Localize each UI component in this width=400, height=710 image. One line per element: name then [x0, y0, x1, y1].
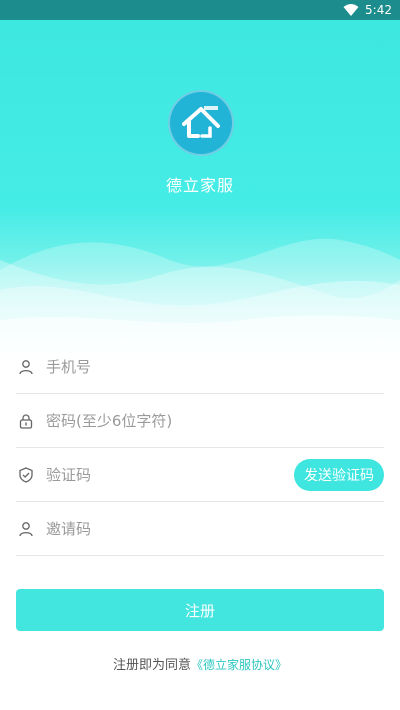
- header-banner: 德立家服: [0, 20, 400, 360]
- send-code-button[interactable]: 发送验证码: [294, 459, 384, 491]
- app-name: 德立家服: [165, 176, 234, 195]
- status-bar: 5:42: [0, 0, 400, 20]
- verification-code-field[interactable]: 验证码 发送验证码: [16, 448, 384, 502]
- register-form: 手机号 密码(至少6位字符) 验证码 发送验证码 邀请码: [16, 340, 384, 556]
- wifi-icon: [343, 4, 359, 16]
- register-screen: 5:42 德立家服 手机号 密码(至少6位字符) 验证码 发送验证码 邀请码 注…: [0, 0, 400, 710]
- user-icon: [19, 359, 33, 374]
- invite-placeholder: 邀请码: [46, 520, 92, 538]
- register-button[interactable]: 注册: [16, 589, 384, 631]
- password-placeholder: 密码(至少6位字符): [46, 412, 173, 430]
- status-time: 5:42: [365, 3, 392, 17]
- phone-placeholder: 手机号: [46, 358, 92, 376]
- invite-code-field[interactable]: 邀请码: [16, 502, 384, 556]
- shield-check-icon: [19, 466, 33, 483]
- lock-icon: [19, 413, 33, 429]
- house-logo-icon: [182, 106, 220, 138]
- phone-field[interactable]: 手机号: [16, 340, 384, 394]
- user-icon: [19, 521, 33, 536]
- agreement-text: 注册即为同意《德立家服协议》: [0, 654, 400, 673]
- code-placeholder: 验证码: [46, 466, 92, 484]
- password-field[interactable]: 密码(至少6位字符): [16, 394, 384, 448]
- app-logo: [168, 90, 234, 156]
- agreement-prefix: 注册即为同意: [112, 658, 191, 673]
- agreement-link[interactable]: 《德立家服协议》: [191, 658, 287, 672]
